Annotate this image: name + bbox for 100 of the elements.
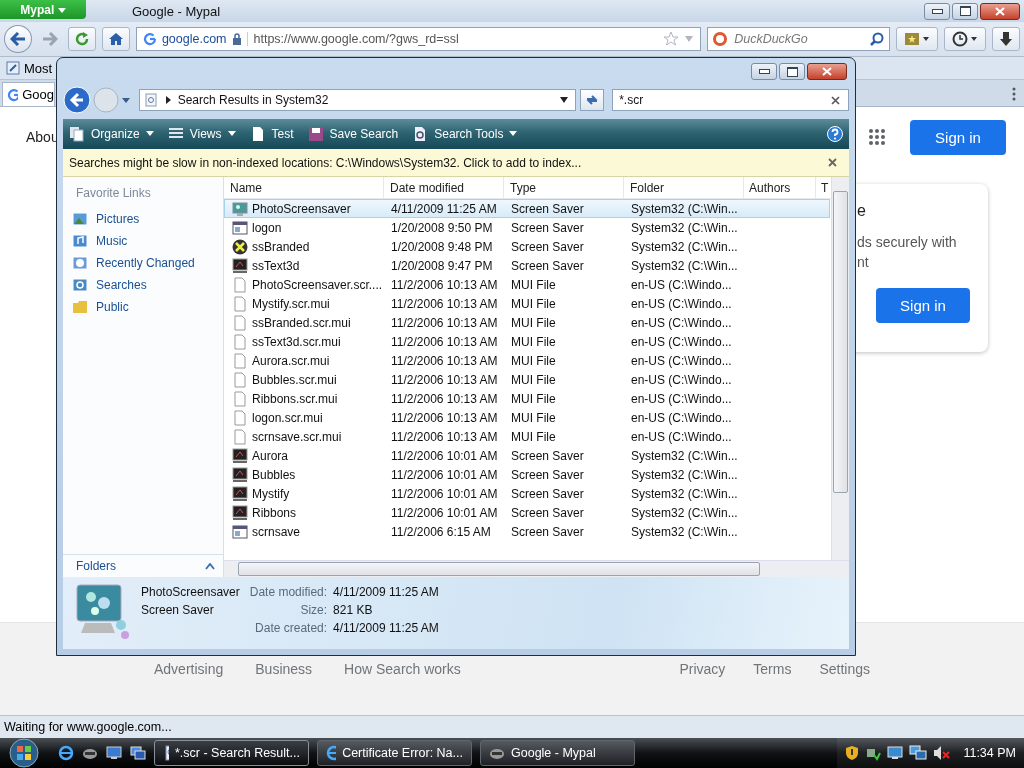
close-button[interactable] [807, 63, 847, 80]
file-row[interactable]: Ribbons 11/2/2006 10:01 AM Screen Saver System32 (C:\Win... [224, 503, 830, 522]
download-button[interactable] [992, 27, 1021, 51]
footer-link[interactable]: Advertising [154, 661, 224, 677]
close-icon[interactable] [828, 158, 837, 167]
file-row[interactable]: logon.scr.mui 11/2/2006 10:13 AM MUI File en-US (C:\Windo... [224, 408, 830, 427]
restore-button[interactable] [952, 2, 978, 20]
date-cell-text: 11/2/2006 10:13 AM [390, 391, 499, 406]
address-bar[interactable]: Search Results in System32 [138, 89, 577, 111]
back-arrow-icon [10, 32, 26, 46]
minimize-button[interactable] [751, 63, 777, 80]
file-row[interactable]: PhotoScreensaver.scr.... 11/2/2006 10:13 AM MUI File en-US (C:\Windo... [224, 275, 830, 294]
close-icon [822, 67, 832, 76]
info-bar[interactable]: Searches might be slow in non-indexed locations: C:\Windows\System32. Click to add to index... [63, 149, 849, 177]
folder-cell-text: System32 (C:\Win... [630, 448, 739, 463]
file-row[interactable]: Mystify 11/2/2006 10:01 AM Screen Saver System32 (C:\Win... [224, 484, 830, 503]
start-button[interactable] [6, 738, 42, 768]
music-icon [72, 233, 88, 249]
file-row[interactable]: PhotoScreensaver 4/11/2009 11:25 AM Screen Saver System32 (C:\Win... [224, 199, 830, 218]
search-field[interactable]: DuckDuckGo [707, 27, 891, 51]
sign-in-button[interactable]: Sign in [910, 119, 1006, 155]
column-header[interactable]: Type [504, 177, 624, 198]
footer-link[interactable]: Business [255, 661, 313, 677]
folder-icon [72, 299, 88, 315]
file-row[interactable]: Bubbles.scr.mui 11/2/2006 10:13 AM MUI File en-US (C:\Windo... [224, 370, 830, 389]
file-row[interactable]: Bubbles 11/2/2006 10:01 AM Screen Saver System32 (C:\Win... [224, 465, 830, 484]
minimize-button[interactable] [924, 2, 950, 20]
taskbar-button[interactable]: *.scr - Search Result... [154, 740, 309, 766]
history-dropdown-icon[interactable] [120, 96, 131, 104]
type-cell-text: Screen Saver [510, 524, 585, 539]
browser-tab[interactable]: Goog [2, 82, 55, 106]
footer-link[interactable]: How Search works [344, 661, 461, 677]
column-header[interactable]: Folder [624, 177, 744, 198]
clear-search-icon[interactable] [831, 95, 840, 105]
search-icon[interactable] [870, 32, 885, 46]
file-row[interactable]: ssBranded.scr.mui 11/2/2006 10:13 AM MUI File en-US (C:\Windo... [224, 313, 830, 332]
star-icon[interactable] [663, 31, 680, 47]
footer-link[interactable]: Terms [753, 661, 792, 677]
file-row[interactable]: scrnsave.scr.mui 11/2/2006 10:13 AM MUI File en-US (C:\Windo... [224, 427, 830, 446]
toolbar-button[interactable]: Views [167, 126, 236, 142]
network-computers-icon[interactable] [909, 745, 928, 761]
url-field[interactable]: google.com https://www.google.com/?gws_rd=ssl [135, 27, 702, 51]
file-row[interactable]: Mystify.scr.mui 11/2/2006 10:13 AM MUI File en-US (C:\Windo... [224, 294, 830, 313]
favorite-link[interactable]: Music [63, 230, 223, 252]
reload-button[interactable] [67, 27, 96, 51]
monitor-icon[interactable] [887, 745, 904, 761]
toolbar-button[interactable]: Test [249, 126, 294, 142]
favorite-link[interactable]: Public [63, 296, 223, 318]
shield-icon[interactable] [845, 745, 860, 761]
taskbar-button[interactable]: Certificate Error: Na... [317, 740, 472, 766]
breadcrumb-arrow-icon[interactable] [163, 96, 172, 104]
more-icon[interactable] [1012, 87, 1016, 101]
type-cell-text: Screen Saver [510, 239, 585, 254]
close-button[interactable] [980, 2, 1020, 20]
sign-in-button[interactable]: Sign in [876, 288, 970, 323]
folder-cell-text: System32 (C:\Win... [630, 505, 739, 520]
back-button[interactable] [4, 25, 32, 53]
refresh-button[interactable] [580, 89, 605, 111]
toolbar-button[interactable]: Save Search [307, 126, 399, 142]
file-row[interactable]: ssText3d.scr.mui 11/2/2006 10:13 AM MUI File en-US (C:\Windo... [224, 332, 830, 351]
footer-link[interactable]: Settings [819, 661, 870, 677]
favorite-link[interactable]: Searches [63, 274, 223, 296]
column-header[interactable]: Authors [744, 177, 816, 198]
vertical-scrollbar[interactable] [831, 177, 849, 561]
dropdown-icon[interactable] [559, 96, 570, 104]
file-name: logon [252, 220, 282, 235]
window-switch-icon[interactable] [130, 746, 146, 760]
date-cell-text: 1/20/2008 9:47 PM [390, 258, 494, 273]
footer-link[interactable]: Privacy [679, 661, 726, 677]
maximize-button[interactable] [779, 63, 805, 80]
horizontal-scrollbar[interactable] [224, 560, 849, 577]
column-header[interactable]: Date modified [384, 177, 504, 198]
column-header[interactable]: Name [230, 177, 384, 198]
toolbar-button[interactable]: Organize [69, 126, 154, 142]
toolbar-button[interactable]: Search Tools [412, 126, 518, 142]
file-row[interactable]: ssBranded 1/20/2008 9:48 PM Screen Saver System32 (C:\Win... [224, 237, 830, 256]
type-cell-text: Screen Saver [510, 486, 585, 501]
browser-icon[interactable] [58, 745, 74, 761]
taskbar-button[interactable]: Google - Mypal [480, 740, 635, 766]
file-row[interactable]: Aurora 11/2/2006 10:01 AM Screen Saver System32 (C:\Win... [224, 446, 830, 465]
clock[interactable]: 11:34 PM [963, 746, 1016, 760]
favorite-link[interactable]: Pictures [63, 208, 223, 230]
file-row[interactable]: logon 1/20/2008 9:50 PM Screen Saver System32 (C:\Win... [224, 218, 830, 237]
column-header[interactable]: T [816, 177, 830, 198]
history-button[interactable] [944, 27, 987, 51]
file-row[interactable]: ssText3d 1/20/2008 9:47 PM Screen Saver System32 (C:\Win... [224, 256, 830, 275]
bookmark-link[interactable]: Most [24, 60, 53, 76]
home-button[interactable] [101, 27, 130, 51]
site-identity[interactable]: google.com [161, 32, 227, 46]
speaker-muted-icon[interactable] [933, 745, 952, 761]
favorite-link[interactable]: Recently Changed [63, 252, 223, 274]
desktop-icon[interactable] [106, 746, 122, 760]
search-field[interactable]: *.scr [612, 89, 849, 111]
file-row[interactable]: Ribbons.scr.mui 11/2/2006 10:13 AM MUI File en-US (C:\Windo... [224, 389, 830, 408]
bookmarks-button[interactable] [896, 27, 939, 51]
apps-icon[interactable] [868, 128, 886, 146]
date-cell-text: 11/2/2006 6:15 AM [390, 524, 492, 539]
help-icon[interactable] [827, 126, 843, 142]
file-row[interactable]: Aurora.scr.mui 11/2/2006 10:13 AM MUI File en-US (C:\Windo... [224, 351, 830, 370]
file-row[interactable]: scrnsave 11/2/2006 6:15 AM Screen Saver System32 (C:\Win... [224, 522, 830, 541]
